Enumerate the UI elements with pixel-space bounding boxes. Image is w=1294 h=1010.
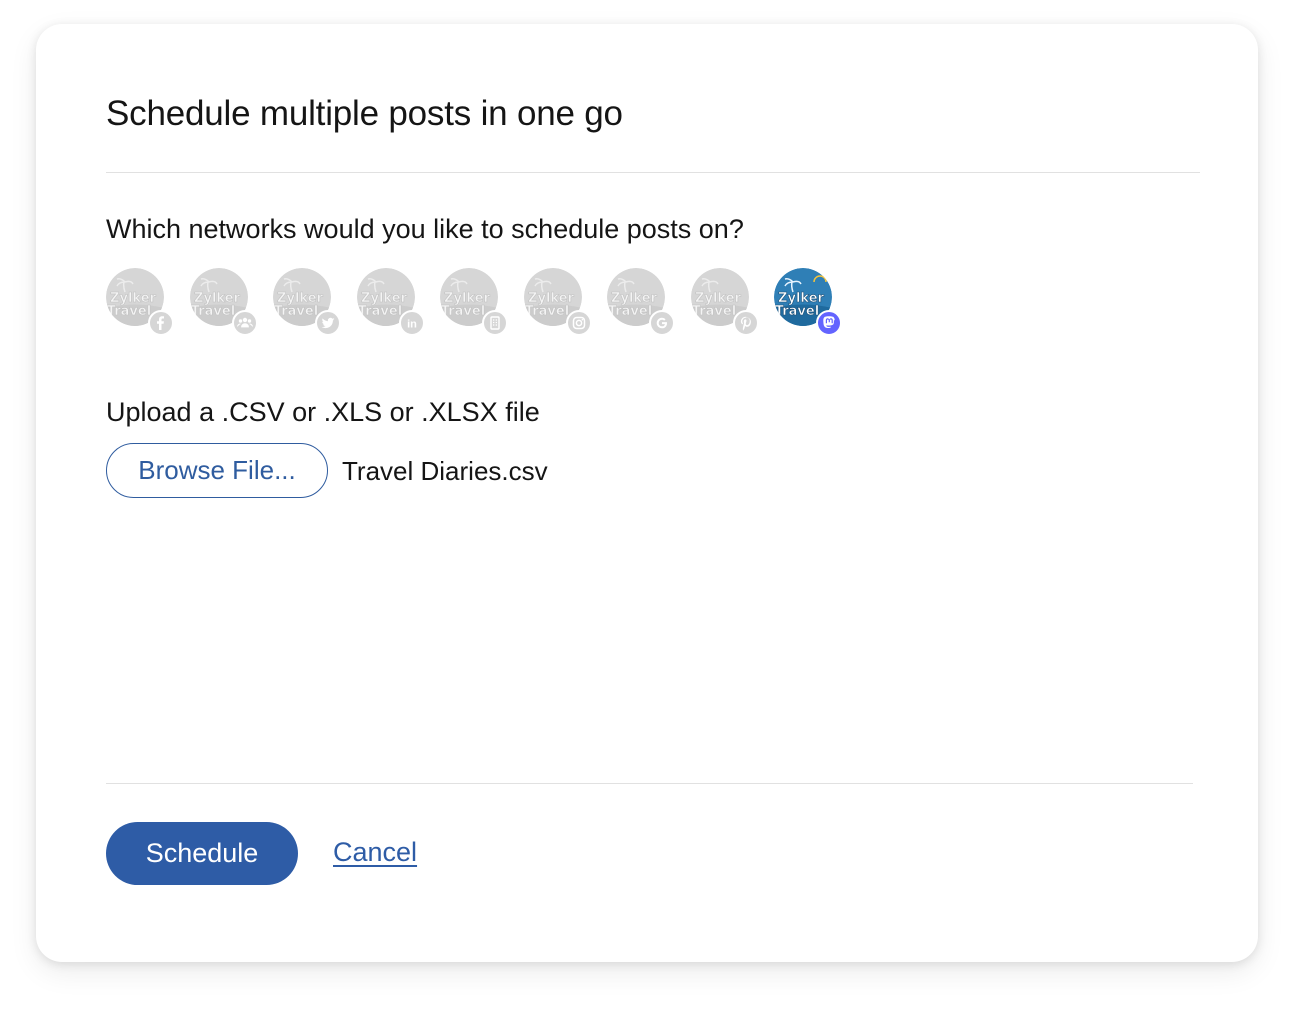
- network-facebook-group-toggle[interactable]: Zylker Travel: [190, 268, 258, 336]
- instagram-icon: [566, 310, 592, 336]
- svg-text:Travel: Travel: [191, 304, 235, 319]
- schedule-button[interactable]: Schedule: [106, 822, 298, 885]
- svg-text:Travel: Travel: [441, 304, 485, 319]
- selected-file-name: Travel Diaries.csv: [342, 456, 548, 486]
- svg-text:Travel: Travel: [525, 304, 569, 319]
- svg-text:Travel: Travel: [692, 304, 736, 319]
- network-instagram-toggle[interactable]: Zylker Travel: [524, 268, 592, 336]
- networks-question: Which networks would you like to schedul…: [106, 214, 744, 244]
- network-linkedin-page-toggle[interactable]: Zylker Travel: [440, 268, 508, 336]
- network-linkedin-toggle[interactable]: Zylker Travel in: [357, 268, 425, 336]
- upload-label: Upload a .CSV or .XLS or .XLSX file: [106, 397, 540, 427]
- mastodon-icon: [816, 310, 842, 336]
- linkedin-icon: in: [399, 310, 425, 336]
- network-twitter-toggle[interactable]: Zylker Travel: [273, 268, 341, 336]
- pinterest-icon: [733, 310, 759, 336]
- svg-text:Travel: Travel: [107, 304, 151, 319]
- network-google-my-business-toggle[interactable]: Zylker Travel: [607, 268, 675, 336]
- svg-text:Travel: Travel: [608, 304, 652, 319]
- twitter-icon: [315, 310, 341, 336]
- svg-text:in: in: [407, 319, 417, 331]
- title-divider: [106, 172, 1200, 173]
- facebook-icon: [148, 310, 174, 336]
- browse-file-button[interactable]: Browse File...: [106, 443, 328, 498]
- cancel-link[interactable]: Cancel: [333, 837, 417, 868]
- footer-divider: [106, 783, 1193, 784]
- svg-text:Travel: Travel: [274, 304, 318, 319]
- building-icon: [482, 310, 508, 336]
- dialog-title: Schedule multiple posts in one go: [106, 94, 623, 133]
- google-icon: [649, 310, 675, 336]
- svg-text:Travel: Travel: [775, 304, 819, 319]
- group-icon: [232, 310, 258, 336]
- network-facebook-toggle[interactable]: Zylker Travel: [106, 268, 174, 336]
- network-mastodon-toggle[interactable]: Zylker Travel: [774, 268, 842, 336]
- network-pinterest-toggle[interactable]: Zylker Travel: [691, 268, 759, 336]
- schedule-dialog: Schedule multiple posts in one go Which …: [36, 24, 1258, 962]
- svg-text:Travel: Travel: [358, 304, 402, 319]
